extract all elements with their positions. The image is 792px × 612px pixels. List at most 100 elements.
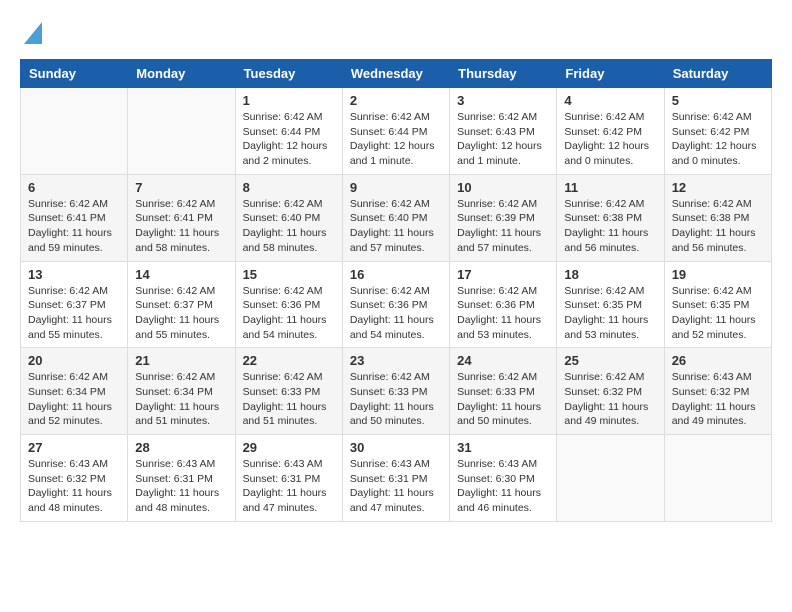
day-number: 8 [243,180,335,195]
calendar-week-1: 1 Sunrise: 6:42 AM Sunset: 6:44 PM Daylig… [21,88,772,175]
calendar-cell: 15Sunrise: 6:42 AM Sunset: 6:36 PM Dayli… [235,261,342,348]
calendar-week-3: 13Sunrise: 6:42 AM Sunset: 6:37 PM Dayli… [21,261,772,348]
calendar-cell: 7 Sunrise: 6:42 AM Sunset: 6:41 PM Daylig… [128,174,235,261]
calendar-table: SundayMondayTuesdayWednesdayThursdayFrid… [20,59,772,522]
calendar-cell: 25Sunrise: 6:42 AM Sunset: 6:32 PM Dayli… [557,348,664,435]
calendar-cell: 16 Sunrise: 6:42 AM Sunset: 6:36 PM Dayli… [342,261,449,348]
day-number: 14 [135,267,227,282]
calendar-cell: 13Sunrise: 6:42 AM Sunset: 6:37 PM Dayli… [21,261,128,348]
calendar-cell: 2 Sunrise: 6:42 AM Sunset: 6:44 PM Daylig… [342,88,449,175]
day-number: 26 [672,353,764,368]
day-info: Sunrise: 6:43 AM Sunset: 6:32 PM Dayligh… [28,457,120,516]
day-info: Sunrise: 6:42 AM Sunset: 6:39 PM Dayligh… [457,197,549,256]
calendar-cell: 26 Sunrise: 6:43 AM Sunset: 6:32 PM Dayli… [664,348,771,435]
day-info: Sunrise: 6:42 AM Sunset: 6:33 PM Dayligh… [350,370,442,429]
day-number: 9 [350,180,442,195]
weekday-saturday: Saturday [664,60,771,88]
page-header [20,20,772,49]
calendar-cell: 17 Sunrise: 6:42 AM Sunset: 6:36 PM Dayli… [450,261,557,348]
calendar-cell: 23 Sunrise: 6:42 AM Sunset: 6:33 PM Dayli… [342,348,449,435]
calendar-cell: 6 Sunrise: 6:42 AM Sunset: 6:41 PM Daylig… [21,174,128,261]
day-info: Sunrise: 6:42 AM Sunset: 6:42 PM Dayligh… [672,110,764,169]
day-info: Sunrise: 6:42 AM Sunset: 6:36 PM Dayligh… [350,284,442,343]
day-number: 16 [350,267,442,282]
calendar-cell [128,88,235,175]
weekday-friday: Friday [557,60,664,88]
day-number: 6 [28,180,120,195]
calendar-cell: 21 Sunrise: 6:42 AM Sunset: 6:34 PM Dayli… [128,348,235,435]
day-info: Sunrise: 6:42 AM Sunset: 6:36 PM Dayligh… [457,284,549,343]
day-info: Sunrise: 6:42 AM Sunset: 6:34 PM Dayligh… [135,370,227,429]
day-number: 4 [564,93,656,108]
calendar-cell: 12 Sunrise: 6:42 AM Sunset: 6:38 PM Dayli… [664,174,771,261]
logo [20,20,42,49]
day-info: Sunrise: 6:42 AM Sunset: 6:37 PM Dayligh… [28,284,120,343]
calendar-cell: 24 Sunrise: 6:42 AM Sunset: 6:33 PM Dayli… [450,348,557,435]
day-info: Sunrise: 6:42 AM Sunset: 6:44 PM Dayligh… [243,110,335,169]
calendar-cell: 10 Sunrise: 6:42 AM Sunset: 6:39 PM Dayli… [450,174,557,261]
day-info: Sunrise: 6:42 AM Sunset: 6:41 PM Dayligh… [135,197,227,256]
day-info: Sunrise: 6:42 AM Sunset: 6:40 PM Dayligh… [243,197,335,256]
day-number: 24 [457,353,549,368]
day-number: 17 [457,267,549,282]
day-number: 2 [350,93,442,108]
day-info: Sunrise: 6:42 AM Sunset: 6:35 PM Dayligh… [672,284,764,343]
calendar-cell [21,88,128,175]
day-info: Sunrise: 6:42 AM Sunset: 6:40 PM Dayligh… [350,197,442,256]
day-info: Sunrise: 6:42 AM Sunset: 6:38 PM Dayligh… [672,197,764,256]
calendar-cell: 3 Sunrise: 6:42 AM Sunset: 6:43 PM Daylig… [450,88,557,175]
day-info: Sunrise: 6:42 AM Sunset: 6:34 PM Dayligh… [28,370,120,429]
day-info: Sunrise: 6:42 AM Sunset: 6:33 PM Dayligh… [243,370,335,429]
calendar-week-5: 27 Sunrise: 6:43 AM Sunset: 6:32 PM Dayli… [21,435,772,522]
day-info: Sunrise: 6:42 AM Sunset: 6:33 PM Dayligh… [457,370,549,429]
calendar-cell: 20 Sunrise: 6:42 AM Sunset: 6:34 PM Dayli… [21,348,128,435]
day-number: 19 [672,267,764,282]
day-number: 5 [672,93,764,108]
calendar-cell: 22 Sunrise: 6:42 AM Sunset: 6:33 PM Dayli… [235,348,342,435]
calendar-body: 1 Sunrise: 6:42 AM Sunset: 6:44 PM Daylig… [21,88,772,522]
calendar-cell: 14Sunrise: 6:42 AM Sunset: 6:37 PM Dayli… [128,261,235,348]
day-number: 7 [135,180,227,195]
calendar-cell: 18 Sunrise: 6:42 AM Sunset: 6:35 PM Dayli… [557,261,664,348]
calendar-week-4: 20 Sunrise: 6:42 AM Sunset: 6:34 PM Dayli… [21,348,772,435]
day-info: Sunrise: 6:43 AM Sunset: 6:30 PM Dayligh… [457,457,549,516]
day-info: Sunrise: 6:43 AM Sunset: 6:32 PM Dayligh… [672,370,764,429]
day-info: Sunrise: 6:42 AM Sunset: 6:35 PM Dayligh… [564,284,656,343]
day-number: 28 [135,440,227,455]
weekday-header-row: SundayMondayTuesdayWednesdayThursdayFrid… [21,60,772,88]
day-info: Sunrise: 6:42 AM Sunset: 6:43 PM Dayligh… [457,110,549,169]
weekday-thursday: Thursday [450,60,557,88]
calendar-cell [664,435,771,522]
calendar-week-2: 6 Sunrise: 6:42 AM Sunset: 6:41 PM Daylig… [21,174,772,261]
weekday-monday: Monday [128,60,235,88]
day-info: Sunrise: 6:42 AM Sunset: 6:36 PM Dayligh… [243,284,335,343]
day-info: Sunrise: 6:42 AM Sunset: 6:32 PM Dayligh… [564,370,656,429]
calendar-cell: 9 Sunrise: 6:42 AM Sunset: 6:40 PM Daylig… [342,174,449,261]
day-number: 22 [243,353,335,368]
day-info: Sunrise: 6:42 AM Sunset: 6:44 PM Dayligh… [350,110,442,169]
calendar-cell: 4 Sunrise: 6:42 AM Sunset: 6:42 PM Daylig… [557,88,664,175]
day-number: 12 [672,180,764,195]
day-number: 10 [457,180,549,195]
day-number: 20 [28,353,120,368]
weekday-sunday: Sunday [21,60,128,88]
day-info: Sunrise: 6:43 AM Sunset: 6:31 PM Dayligh… [135,457,227,516]
day-number: 30 [350,440,442,455]
day-info: Sunrise: 6:43 AM Sunset: 6:31 PM Dayligh… [350,457,442,516]
day-info: Sunrise: 6:42 AM Sunset: 6:41 PM Dayligh… [28,197,120,256]
day-number: 18 [564,267,656,282]
day-number: 1 [243,93,335,108]
day-number: 21 [135,353,227,368]
day-number: 23 [350,353,442,368]
day-number: 27 [28,440,120,455]
calendar-cell: 8 Sunrise: 6:42 AM Sunset: 6:40 PM Daylig… [235,174,342,261]
day-info: Sunrise: 6:42 AM Sunset: 6:38 PM Dayligh… [564,197,656,256]
day-info: Sunrise: 6:42 AM Sunset: 6:42 PM Dayligh… [564,110,656,169]
logo-icon [24,22,42,44]
day-number: 31 [457,440,549,455]
calendar-cell: 28 Sunrise: 6:43 AM Sunset: 6:31 PM Dayli… [128,435,235,522]
calendar-cell: 11Sunrise: 6:42 AM Sunset: 6:38 PM Dayli… [557,174,664,261]
day-number: 3 [457,93,549,108]
calendar-cell: 5 Sunrise: 6:42 AM Sunset: 6:42 PM Daylig… [664,88,771,175]
day-number: 29 [243,440,335,455]
